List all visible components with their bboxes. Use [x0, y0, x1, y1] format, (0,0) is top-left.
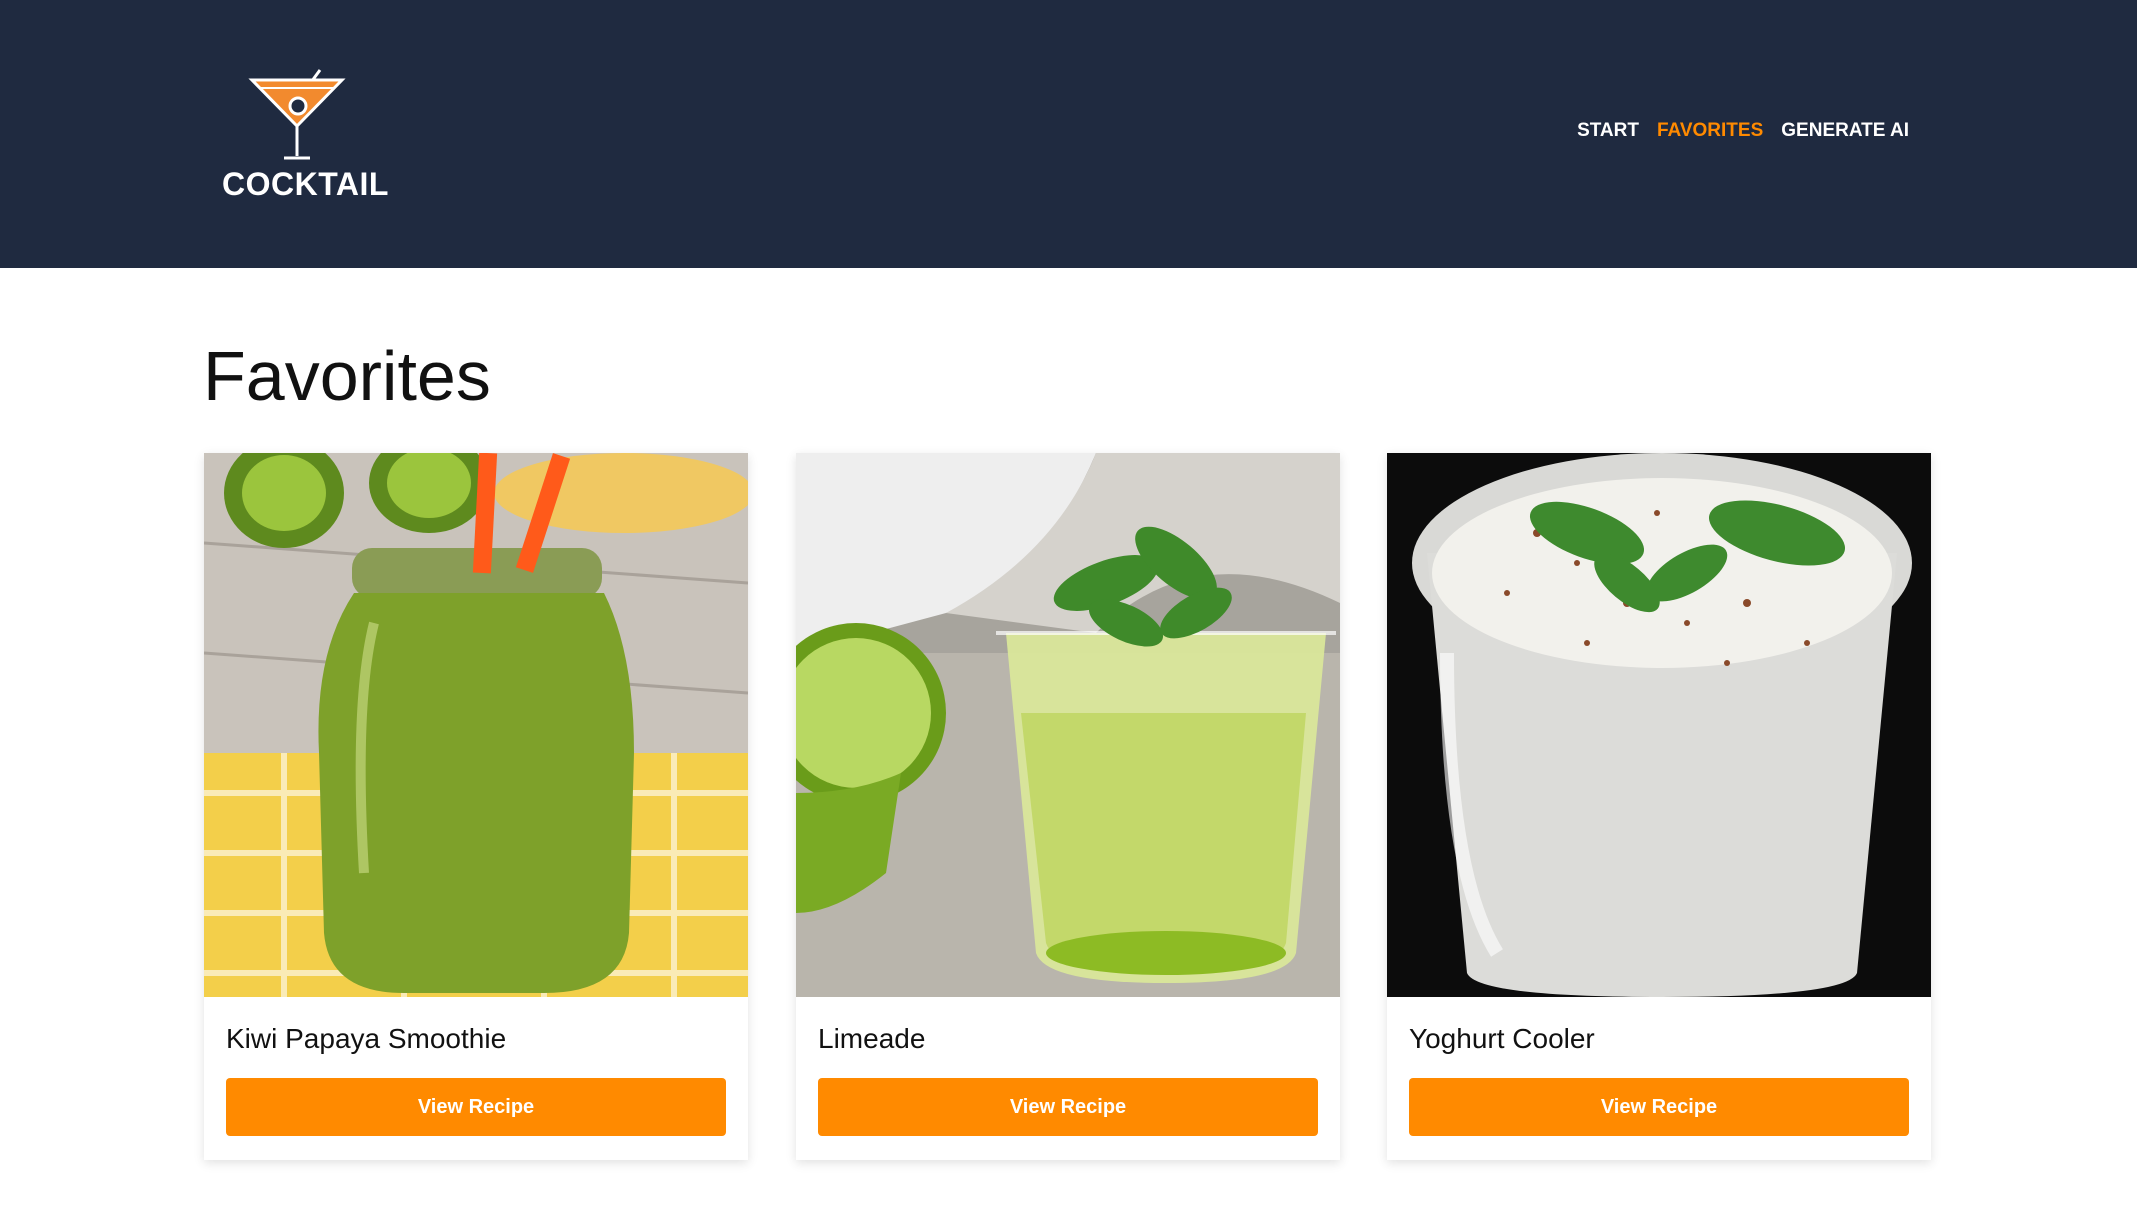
- view-recipe-button[interactable]: View Recipe: [818, 1078, 1318, 1136]
- cocktail-logo[interactable]: COCKTAIL: [222, 66, 389, 206]
- main-nav: START FAVORITES GENERATE AI: [1577, 120, 1909, 142]
- nav-generate-ai[interactable]: GENERATE AI: [1781, 120, 1909, 142]
- nav-favorites[interactable]: FAVORITES: [1657, 120, 1763, 142]
- recipe-card-limeade: Limeade View Recipe: [796, 453, 1340, 1160]
- nav-start[interactable]: START: [1577, 120, 1639, 142]
- martini-glass-icon: [248, 69, 346, 160]
- page-title: Favorites: [203, 337, 491, 415]
- kiwi-smoothie-image[interactable]: [204, 453, 748, 997]
- brand-name: COCKTAIL: [222, 166, 389, 202]
- card-title: Limeade: [818, 1023, 926, 1054]
- yoghurt-cooler-image[interactable]: [1387, 453, 1931, 997]
- limeade-image[interactable]: [796, 453, 1340, 997]
- recipe-card-kiwi-papaya-smoothie: Kiwi Papaya Smoothie View Recipe: [204, 453, 748, 1160]
- view-recipe-button[interactable]: View Recipe: [1409, 1078, 1909, 1136]
- site-header: COCKTAIL START FAVORITES GENERATE AI: [0, 0, 2137, 268]
- recipe-card-yoghurt-cooler: Yoghurt Cooler View Recipe: [1387, 453, 1931, 1160]
- view-recipe-button[interactable]: View Recipe: [226, 1078, 726, 1136]
- card-title: Kiwi Papaya Smoothie: [226, 1023, 507, 1054]
- card-title: Yoghurt Cooler: [1409, 1023, 1595, 1054]
